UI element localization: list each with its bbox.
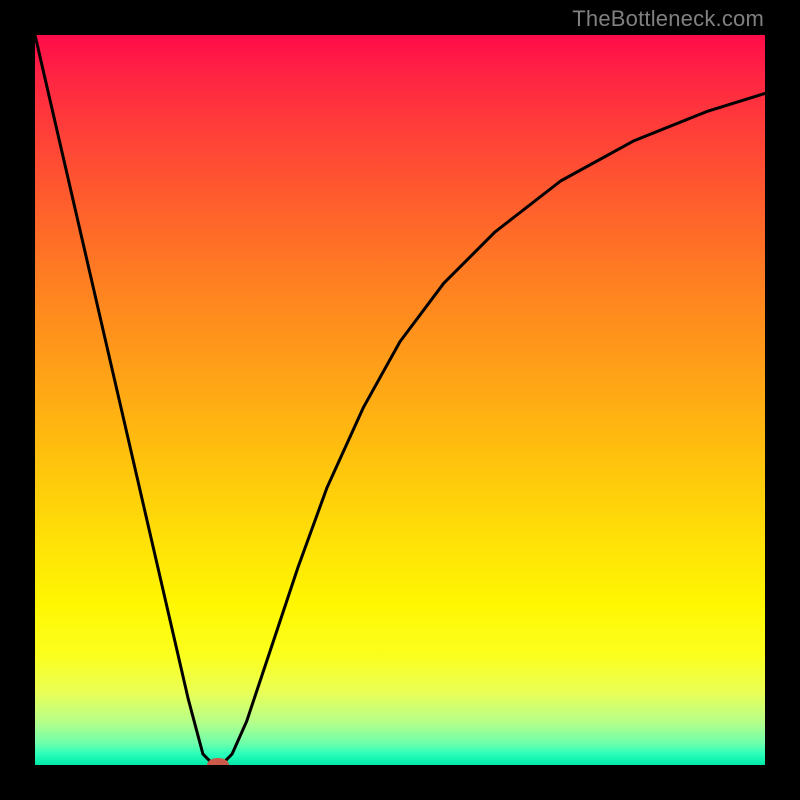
plot-area bbox=[35, 35, 765, 765]
chart-frame: TheBottleneck.com bbox=[0, 0, 800, 800]
minimum-marker bbox=[207, 758, 229, 765]
watermark-text: TheBottleneck.com bbox=[572, 6, 764, 32]
bottleneck-curve bbox=[35, 35, 765, 765]
